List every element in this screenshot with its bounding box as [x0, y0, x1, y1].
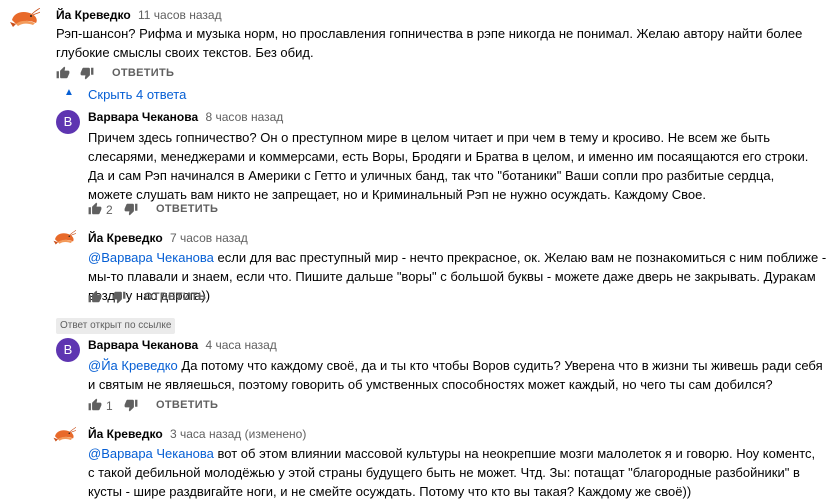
comment-time[interactable]: 7 часов назад	[170, 231, 248, 245]
thumb-up-icon[interactable]	[88, 398, 102, 412]
author-name[interactable]: Варвара Чеканова	[88, 338, 198, 352]
avatar[interactable]	[52, 230, 76, 247]
like-count: 2	[106, 203, 113, 217]
author-name[interactable]: Варвара Чеканова	[88, 110, 198, 124]
comment-time[interactable]: 8 часов назад	[206, 110, 284, 124]
comment-text: Причем здесь гопничество? Он о преступно…	[88, 130, 809, 202]
author-name[interactable]: Йа Креведко	[56, 8, 131, 22]
comment-time[interactable]: 4 часа назад	[206, 338, 277, 352]
reply-button[interactable]: ОТВЕТИТЬ	[144, 291, 206, 303]
comment-body: Да потому что каждому своё, да и ты кто …	[88, 358, 823, 392]
thumb-down-icon[interactable]	[112, 290, 126, 304]
thumb-up-icon[interactable]	[56, 66, 70, 80]
comment-header: Варвара Чеканова 8 часов назад	[88, 110, 283, 124]
comment-time[interactable]: 11 часов назад	[138, 8, 222, 22]
thumb-up-icon[interactable]	[88, 290, 102, 304]
comment-actions: ОТВЕТИТЬ	[84, 288, 284, 308]
thumb-down-icon[interactable]	[80, 66, 94, 80]
author-name[interactable]: Йа Креведко	[88, 231, 163, 245]
reply-button[interactable]: ОТВЕТИТЬ	[156, 203, 218, 215]
comment-time[interactable]: 3 часа назад (изменено)	[170, 427, 306, 441]
mention-link[interactable]: @Варвара Чеканова	[88, 250, 214, 265]
caret-up-icon: ▲	[64, 87, 74, 98]
reply-button[interactable]: ОТВЕТИТЬ	[156, 399, 218, 411]
author-name[interactable]: Йа Креведко	[88, 427, 163, 441]
avatar[interactable]	[52, 427, 76, 444]
like-count: 1	[106, 399, 113, 413]
hide-replies-label: Скрыть 4 ответа	[88, 87, 187, 102]
comment-text: @Йа Креведко Да потому что каждому своё,…	[88, 356, 828, 394]
comment-text: Рэп-шансон? Рифма и музыка норм, но прос…	[56, 26, 803, 60]
avatar[interactable]: В	[56, 110, 80, 134]
mention-link[interactable]: @Варвара Чеканова	[88, 446, 214, 461]
comment-actions: 1 ОТВЕТИТЬ	[84, 396, 284, 416]
avatar[interactable]: В	[56, 338, 80, 362]
hide-replies-toggle[interactable]: ▲ Скрыть 4 ответа	[64, 87, 187, 102]
comment-header: Йа Креведко 7 часов назад	[88, 231, 248, 245]
thumb-down-icon[interactable]	[124, 202, 138, 216]
linked-reply-badge: Ответ открыт по ссылке	[56, 318, 176, 334]
mention-link[interactable]: @Йа Креведко	[88, 358, 178, 373]
comment-header: Йа Креведко 11 часов назад	[56, 8, 222, 22]
reply-button[interactable]: ОТВЕТИТЬ	[112, 67, 174, 79]
thumb-down-icon[interactable]	[124, 398, 138, 412]
comment-header: Йа Креведко 3 часа назад (изменено)	[88, 427, 306, 441]
comment-actions: 2 ОТВЕТИТЬ	[84, 200, 284, 220]
comment-text: @Варвара Чеканова вот об этом влиянии ма…	[88, 444, 818, 501]
comment-header: Варвара Чеканова 4 часа назад	[88, 338, 277, 352]
comment-actions: ОТВЕТИТЬ	[52, 64, 252, 84]
thumb-up-icon[interactable]	[88, 202, 102, 216]
avatar[interactable]	[8, 8, 40, 30]
